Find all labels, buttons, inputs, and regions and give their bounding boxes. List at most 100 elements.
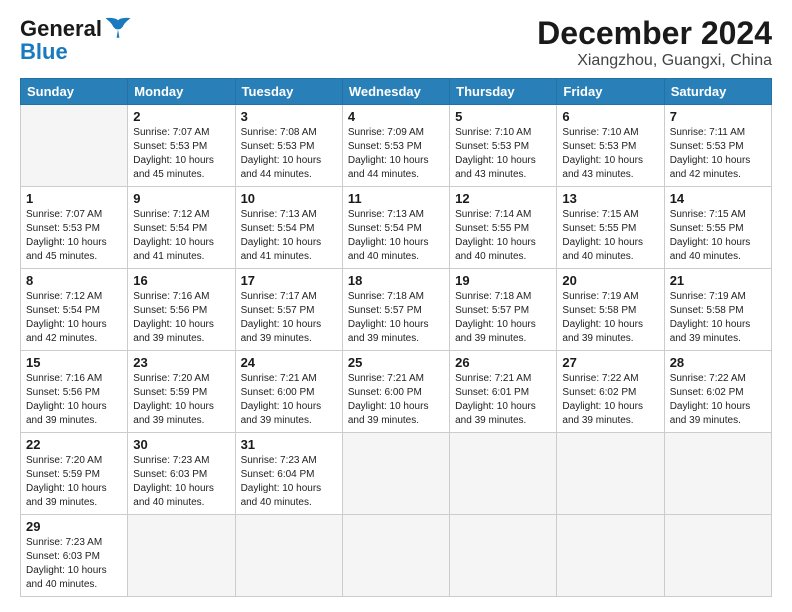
- calendar-cell: 3 Sunrise: 7:08 AM Sunset: 5:53 PM Daylig…: [235, 105, 342, 187]
- day-number: 29: [26, 519, 122, 534]
- col-monday: Monday: [128, 79, 235, 105]
- day-number: 24: [241, 355, 337, 370]
- col-saturday: Saturday: [664, 79, 771, 105]
- calendar-cell: 15Sunrise: 7:16 AM Sunset: 5:56 PM Dayli…: [21, 351, 128, 433]
- calendar-table: Sunday Monday Tuesday Wednesday Thursday…: [20, 78, 772, 597]
- day-info: Sunrise: 7:23 AM Sunset: 6:03 PM Dayligh…: [26, 536, 122, 592]
- day-number: 21: [670, 273, 766, 288]
- calendar-cell: [664, 433, 771, 515]
- calendar-cell: 30Sunrise: 7:23 AM Sunset: 6:03 PM Dayli…: [128, 433, 235, 515]
- calendar-cell: [557, 433, 664, 515]
- day-number: 28: [670, 355, 766, 370]
- day-info: Sunrise: 7:15 AM Sunset: 5:55 PM Dayligh…: [562, 208, 658, 264]
- table-row: 1 Sunrise: 7:07 AM Sunset: 5:53 PM Daylig…: [21, 187, 772, 269]
- day-info: Sunrise: 7:18 AM Sunset: 5:57 PM Dayligh…: [348, 290, 444, 346]
- day-number: 9: [133, 191, 229, 206]
- calendar-cell: 31 Sunrise: 7:23 AM Sunset: 6:04 PM Dayli…: [235, 433, 342, 515]
- day-number: 3: [241, 109, 337, 124]
- calendar-cell: 14Sunrise: 7:15 AM Sunset: 5:55 PM Dayli…: [664, 187, 771, 269]
- calendar-cell: 20 Sunrise: 7:19 AM Sunset: 5:58 PM Dayli…: [557, 269, 664, 351]
- day-number: 18: [348, 273, 444, 288]
- table-row: 29 Sunrise: 7:23 AM Sunset: 6:03 PM Dayli…: [21, 515, 772, 597]
- calendar-cell: 13Sunrise: 7:15 AM Sunset: 5:55 PM Dayli…: [557, 187, 664, 269]
- month-title: December 2024: [537, 15, 772, 52]
- calendar-cell: 2Sunrise: 7:07 AM Sunset: 5:53 PM Daylig…: [128, 105, 235, 187]
- col-sunday: Sunday: [21, 79, 128, 105]
- title-section: December 2024 Xiangzhou, Guangxi, China: [537, 15, 772, 70]
- calendar-header-row: Sunday Monday Tuesday Wednesday Thursday…: [21, 79, 772, 105]
- calendar-cell: 16Sunrise: 7:16 AM Sunset: 5:56 PM Dayli…: [128, 269, 235, 351]
- calendar-cell: 25 Sunrise: 7:21 AM Sunset: 6:00 PM Dayli…: [342, 351, 449, 433]
- calendar-cell: [21, 105, 128, 187]
- calendar-cell: 9 Sunrise: 7:12 AM Sunset: 5:54 PM Daylig…: [128, 187, 235, 269]
- day-info: Sunrise: 7:19 AM Sunset: 5:58 PM Dayligh…: [562, 290, 658, 346]
- day-number: 11: [348, 191, 444, 206]
- day-number: 25: [348, 355, 444, 370]
- col-wednesday: Wednesday: [342, 79, 449, 105]
- day-number: 5: [455, 109, 551, 124]
- day-info: Sunrise: 7:14 AM Sunset: 5:55 PM Dayligh…: [455, 208, 551, 264]
- calendar-cell: [235, 515, 342, 597]
- day-number: 30: [133, 437, 229, 452]
- day-info: Sunrise: 7:21 AM Sunset: 6:00 PM Dayligh…: [348, 372, 444, 428]
- table-row: 15Sunrise: 7:16 AM Sunset: 5:56 PM Dayli…: [21, 351, 772, 433]
- day-number: 6: [562, 109, 658, 124]
- calendar-cell: [557, 515, 664, 597]
- day-number: 31: [241, 437, 337, 452]
- day-number: 7: [670, 109, 766, 124]
- day-info: Sunrise: 7:21 AM Sunset: 6:01 PM Dayligh…: [455, 372, 551, 428]
- day-info: Sunrise: 7:15 AM Sunset: 5:55 PM Dayligh…: [670, 208, 766, 264]
- day-info: Sunrise: 7:22 AM Sunset: 6:02 PM Dayligh…: [670, 372, 766, 428]
- day-number: 17: [241, 273, 337, 288]
- calendar-cell: 18 Sunrise: 7:18 AM Sunset: 5:57 PM Dayli…: [342, 269, 449, 351]
- header: General Blue December 2024 Xiangzhou, Gu…: [20, 15, 772, 70]
- table-row: 2Sunrise: 7:07 AM Sunset: 5:53 PM Daylig…: [21, 105, 772, 187]
- calendar-cell: 7Sunrise: 7:11 AM Sunset: 5:53 PM Daylig…: [664, 105, 771, 187]
- day-info: Sunrise: 7:13 AM Sunset: 5:54 PM Dayligh…: [241, 208, 337, 264]
- day-number: 23: [133, 355, 229, 370]
- calendar-cell: 26Sunrise: 7:21 AM Sunset: 6:01 PM Dayli…: [450, 351, 557, 433]
- day-info: Sunrise: 7:20 AM Sunset: 5:59 PM Dayligh…: [26, 454, 122, 510]
- location: Xiangzhou, Guangxi, China: [537, 52, 772, 70]
- day-number: 1: [26, 191, 122, 206]
- calendar-cell: 10Sunrise: 7:13 AM Sunset: 5:54 PM Dayli…: [235, 187, 342, 269]
- day-info: Sunrise: 7:12 AM Sunset: 5:54 PM Dayligh…: [133, 208, 229, 264]
- calendar-cell: 29 Sunrise: 7:23 AM Sunset: 6:03 PM Dayli…: [21, 515, 128, 597]
- day-info: Sunrise: 7:20 AM Sunset: 5:59 PM Dayligh…: [133, 372, 229, 428]
- col-thursday: Thursday: [450, 79, 557, 105]
- calendar-cell: 23 Sunrise: 7:20 AM Sunset: 5:59 PM Dayli…: [128, 351, 235, 433]
- day-number: 4: [348, 109, 444, 124]
- col-tuesday: Tuesday: [235, 79, 342, 105]
- day-info: Sunrise: 7:23 AM Sunset: 6:04 PM Dayligh…: [241, 454, 337, 510]
- calendar-cell: 22 Sunrise: 7:20 AM Sunset: 5:59 PM Dayli…: [21, 433, 128, 515]
- day-number: 8: [26, 273, 122, 288]
- day-info: Sunrise: 7:21 AM Sunset: 6:00 PM Dayligh…: [241, 372, 337, 428]
- day-info: Sunrise: 7:07 AM Sunset: 5:53 PM Dayligh…: [26, 208, 122, 264]
- day-number: 22: [26, 437, 122, 452]
- day-info: Sunrise: 7:07 AM Sunset: 5:53 PM Dayligh…: [133, 126, 229, 182]
- day-number: 16: [133, 273, 229, 288]
- table-row: 22 Sunrise: 7:20 AM Sunset: 5:59 PM Dayli…: [21, 433, 772, 515]
- calendar-cell: 28 Sunrise: 7:22 AM Sunset: 6:02 PM Dayli…: [664, 351, 771, 433]
- calendar-cell: [450, 515, 557, 597]
- day-info: Sunrise: 7:16 AM Sunset: 5:56 PM Dayligh…: [26, 372, 122, 428]
- day-info: Sunrise: 7:22 AM Sunset: 6:02 PM Dayligh…: [562, 372, 658, 428]
- day-number: 19: [455, 273, 551, 288]
- calendar-cell: 11Sunrise: 7:13 AM Sunset: 5:54 PM Dayli…: [342, 187, 449, 269]
- calendar-cell: [128, 515, 235, 597]
- day-info: Sunrise: 7:10 AM Sunset: 5:53 PM Dayligh…: [455, 126, 551, 182]
- day-info: Sunrise: 7:12 AM Sunset: 5:54 PM Dayligh…: [26, 290, 122, 346]
- calendar-cell: 27Sunrise: 7:22 AM Sunset: 6:02 PM Dayli…: [557, 351, 664, 433]
- table-row: 8 Sunrise: 7:12 AM Sunset: 5:54 PM Daylig…: [21, 269, 772, 351]
- day-info: Sunrise: 7:09 AM Sunset: 5:53 PM Dayligh…: [348, 126, 444, 182]
- logo-bird-icon: [104, 15, 132, 43]
- calendar-cell: 4 Sunrise: 7:09 AM Sunset: 5:53 PM Daylig…: [342, 105, 449, 187]
- calendar-cell: [342, 515, 449, 597]
- calendar-cell: 12Sunrise: 7:14 AM Sunset: 5:55 PM Dayli…: [450, 187, 557, 269]
- day-info: Sunrise: 7:18 AM Sunset: 5:57 PM Dayligh…: [455, 290, 551, 346]
- day-number: 20: [562, 273, 658, 288]
- calendar-cell: 17Sunrise: 7:17 AM Sunset: 5:57 PM Dayli…: [235, 269, 342, 351]
- day-info: Sunrise: 7:19 AM Sunset: 5:58 PM Dayligh…: [670, 290, 766, 346]
- day-info: Sunrise: 7:08 AM Sunset: 5:53 PM Dayligh…: [241, 126, 337, 182]
- calendar-cell: 5 Sunrise: 7:10 AM Sunset: 5:53 PM Daylig…: [450, 105, 557, 187]
